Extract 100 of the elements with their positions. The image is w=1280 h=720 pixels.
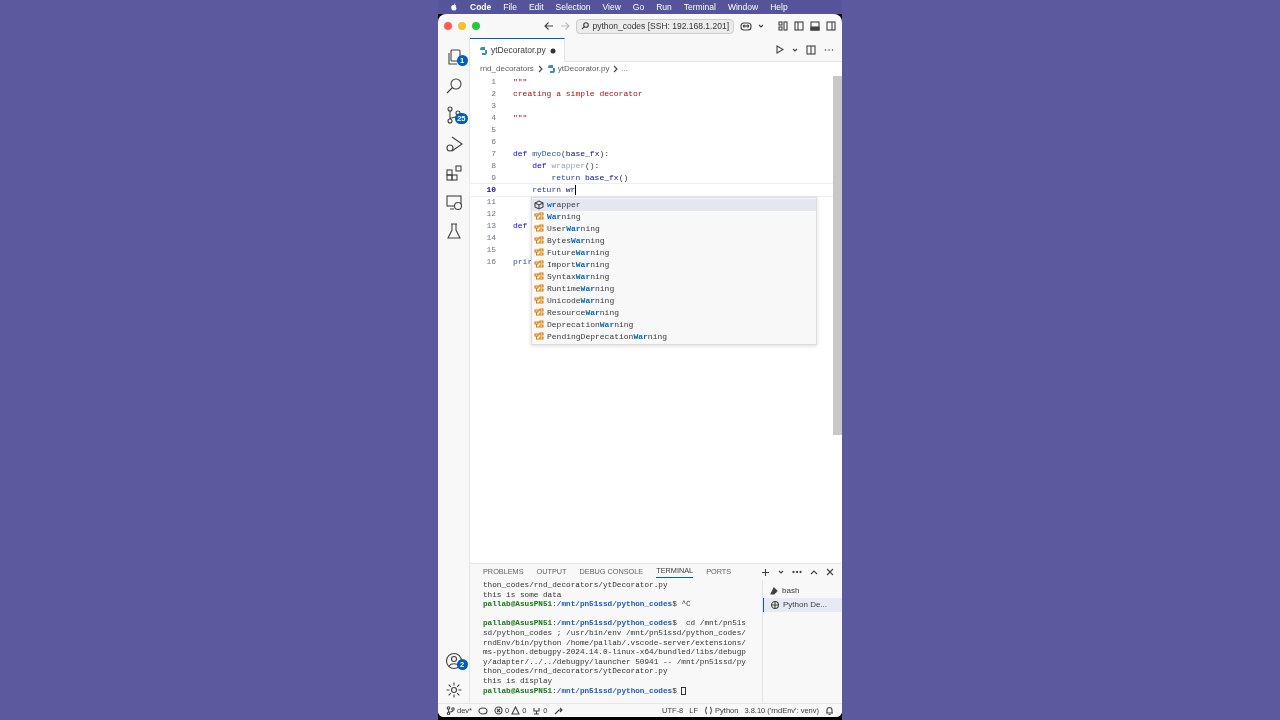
braces-icon: [704, 706, 714, 715]
menu-item[interactable]: Window: [727, 0, 759, 14]
chevron-down-icon[interactable]: [778, 569, 784, 575]
code-token: prir: [513, 256, 533, 268]
class-icon: [534, 212, 544, 222]
code-token: def: [513, 148, 528, 160]
breadcrumb-item[interactable]: ...: [621, 63, 629, 75]
search-icon[interactable]: [444, 76, 463, 95]
suggestion-item[interactable]: BytesWarning: [532, 235, 816, 247]
menu-item[interactable]: View: [602, 0, 621, 14]
line-number: 10: [485, 184, 496, 196]
menu-item[interactable]: Terminal: [683, 0, 716, 14]
breadcrumb-item[interactable]: ytDecorator.py: [557, 63, 610, 75]
scrollbar[interactable]: [833, 76, 842, 435]
line-number: 7: [490, 148, 496, 160]
branch-icon: [446, 706, 455, 715]
line-number: 16: [485, 256, 496, 268]
suggestion-item[interactable]: ResourceWarning: [532, 307, 816, 319]
line-number: 9: [490, 172, 496, 184]
line-number: 1: [490, 76, 496, 88]
class-icon: [534, 224, 544, 234]
settings-icon[interactable]: [444, 680, 463, 699]
code-token: wr: [564, 184, 576, 196]
account-icon[interactable]: [444, 651, 463, 670]
run-icon[interactable]: [775, 45, 784, 54]
line-number: 5: [490, 124, 496, 136]
code-token: (): [618, 172, 629, 184]
close-button[interactable]: [444, 22, 452, 30]
share-icon[interactable]: [553, 706, 564, 715]
terminal-item[interactable]: Python De...: [763, 598, 842, 612]
command-center-search[interactable]: python_codes [SSH: 192.168.1.201]: [576, 18, 734, 34]
menu-item[interactable]: Run: [656, 0, 672, 14]
bell-icon[interactable]: [825, 706, 834, 715]
run-debug-icon[interactable]: [444, 134, 463, 153]
panel-toggle-icon[interactable]: [810, 21, 820, 31]
plus-icon[interactable]: [761, 567, 770, 577]
chevron-right-icon: [536, 65, 543, 73]
suggestion-item[interactable]: UserWarning: [532, 223, 816, 235]
class-icon: [534, 284, 544, 294]
menu-item[interactable]: Help: [770, 0, 788, 14]
suggestion-item[interactable]: RuntimeWarning: [532, 283, 816, 295]
suggestion-item[interactable]: ImportWarning: [532, 259, 816, 271]
flask-icon[interactable]: [444, 221, 463, 240]
python-file-icon: [478, 45, 487, 56]
suggestion-item[interactable]: UnicodeWarning: [532, 295, 816, 307]
breadcrumb-item[interactable]: rnd_decorators: [480, 63, 534, 75]
line-number: 11: [485, 196, 496, 208]
remote-explorer-icon[interactable]: [444, 192, 463, 211]
chevron-down-icon[interactable]: [758, 23, 764, 29]
suggestion-item[interactable]: Warning: [532, 211, 816, 223]
class-icon: [534, 260, 544, 270]
secondary-sidebar-icon[interactable]: [826, 21, 836, 31]
class-icon: [534, 236, 544, 246]
sidebar-toggle-icon[interactable]: [794, 21, 804, 31]
chevron-down-icon[interactable]: [792, 46, 798, 53]
text-cursor: [575, 185, 577, 195]
chevron-up-icon[interactable]: [810, 569, 818, 575]
code-token: ():: [585, 160, 600, 172]
close-icon[interactable]: [826, 568, 834, 576]
line-number: 6: [490, 136, 496, 148]
ports-icon: [532, 706, 542, 715]
cube-icon: [534, 200, 544, 210]
suggestion-item[interactable]: wrapper: [532, 199, 816, 211]
suggestion-item[interactable]: SyntaxWarning: [532, 271, 816, 283]
chevron-right-icon: [612, 65, 619, 73]
line-number: 3: [490, 100, 496, 112]
code-token: return: [550, 172, 581, 184]
code-token: myDeco: [531, 148, 561, 160]
copilot-icon[interactable]: [740, 21, 752, 31]
menu-item[interactable]: Edit: [528, 0, 544, 14]
python-file-icon: [545, 64, 555, 74]
more-icon[interactable]: [792, 570, 802, 574]
code-token: creating a simple decorator: [513, 88, 643, 100]
class-icon: [534, 272, 544, 282]
warning-icon: [511, 706, 521, 715]
suggestion-item[interactable]: FutureWarning: [532, 247, 816, 259]
split-editor-icon[interactable]: [806, 44, 816, 55]
suggestion-item[interactable]: PendingDeprecationWarning: [532, 331, 816, 343]
error-icon: [494, 706, 503, 715]
class-icon: [534, 248, 544, 258]
menu-item[interactable]: File: [503, 0, 517, 14]
class-icon: [534, 296, 544, 306]
line-number: 2: [490, 88, 496, 100]
app-menu[interactable]: Code: [470, 0, 492, 14]
extensions-icon[interactable]: [444, 163, 463, 182]
code-token: (: [561, 148, 566, 160]
code-token: """: [513, 76, 528, 88]
suggestion-item[interactable]: DeprecationWarning: [532, 319, 816, 331]
editor-tab[interactable]: ytDecorator.py: [470, 38, 565, 62]
search-icon: [581, 22, 590, 30]
code-token: ):: [599, 148, 610, 160]
menu-item[interactable]: Selection: [555, 0, 591, 14]
menu-item[interactable]: Go: [632, 0, 645, 14]
layout-icon[interactable]: [778, 21, 788, 31]
line-number: 13: [485, 220, 496, 232]
apple-icon[interactable]: [450, 2, 458, 12]
back-arrow-icon[interactable]: [544, 21, 555, 31]
code-token: base_fx: [584, 172, 619, 184]
terminal-item[interactable]: bash: [763, 584, 842, 598]
code-token: def: [531, 160, 547, 172]
